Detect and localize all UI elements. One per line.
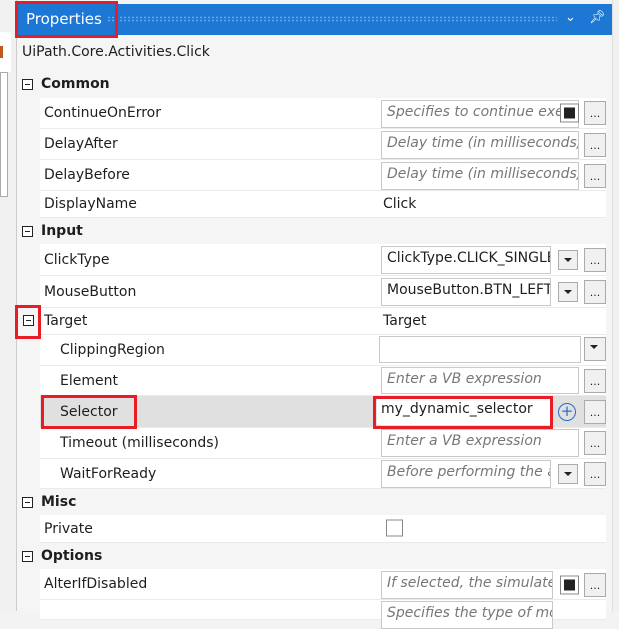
ellipsis-button[interactable]: ...	[584, 573, 606, 597]
category-options[interactable]: Options	[22, 543, 102, 569]
scrollbar[interactable]	[612, 0, 619, 611]
add-plus-icon[interactable]: +	[558, 403, 576, 421]
collapse-icon[interactable]	[22, 550, 33, 562]
prop-private: Private	[40, 515, 606, 543]
prop-display-name: DisplayName Click	[40, 191, 606, 218]
ellipsis-button[interactable]: ...	[584, 369, 606, 393]
mouse-button-select[interactable]: MouseButton.BTN_LEFT	[381, 278, 551, 306]
next-input[interactable]: Specifies the type of mouse	[381, 601, 553, 629]
dropdown-arrow-icon[interactable]	[558, 464, 578, 484]
ellipsis-button[interactable]: ...	[584, 280, 606, 304]
private-checkbox[interactable]	[386, 519, 403, 537]
ellipsis-button[interactable]: ...	[584, 431, 606, 455]
delay-before-input[interactable]: Delay time (in milliseconds) b	[381, 162, 579, 190]
activity-type: UiPath.Core.Activities.Click	[22, 44, 210, 60]
collapse-icon[interactable]	[22, 496, 33, 508]
continue-on-error-checkbox[interactable]	[560, 103, 579, 123]
clipping-region-input[interactable]	[379, 336, 581, 363]
panel-title: Properties	[26, 10, 102, 28]
ellipsis-button[interactable]: ...	[584, 101, 606, 125]
element-input[interactable]: Enter a VB expression	[381, 367, 579, 394]
dropdown-arrow-icon[interactable]	[558, 282, 578, 302]
alter-if-disabled-input[interactable]: If selected, the simulated	[381, 571, 553, 599]
prop-target: Target Target	[40, 308, 606, 335]
collapse-icon[interactable]	[22, 225, 33, 237]
collapse-icon[interactable]	[22, 78, 33, 90]
continue-on-error-input[interactable]: Specifies to continue exec	[381, 100, 579, 128]
dropdown-arrow-icon[interactable]	[558, 250, 578, 270]
chevron-down-icon[interactable]: ⌄	[565, 10, 576, 25]
category-input[interactable]: Input	[22, 218, 83, 244]
display-name-value[interactable]: Click	[383, 196, 416, 212]
properties-header: Properties ⌄ 📌︎	[17, 4, 612, 35]
dropdown-arrow-icon[interactable]	[584, 337, 606, 361]
ellipsis-button[interactable]: ...	[584, 400, 606, 424]
category-misc[interactable]: Misc	[22, 489, 76, 515]
selector-input[interactable]: my_dynamic_selector	[377, 399, 550, 425]
ellipsis-button[interactable]: ...	[584, 248, 606, 272]
collapse-target-icon[interactable]	[23, 315, 34, 326]
wait-for-ready-select[interactable]: Before performing the act	[381, 460, 551, 488]
click-type-select[interactable]: ClickType.CLICK_SINGLE	[381, 246, 551, 274]
ellipsis-button[interactable]: ...	[584, 462, 606, 486]
delay-after-input[interactable]: Delay time (in milliseconds) a	[381, 131, 579, 159]
alter-if-disabled-checkbox[interactable]	[560, 575, 579, 595]
category-common[interactable]: Common	[22, 71, 110, 97]
left-panel-edge	[0, 0, 17, 611]
pin-icon[interactable]: 📌︎	[589, 10, 606, 25]
timeout-input[interactable]: Enter a VB expression	[381, 429, 579, 457]
ellipsis-button[interactable]: ...	[584, 164, 606, 188]
ellipsis-button[interactable]: ...	[584, 133, 606, 157]
